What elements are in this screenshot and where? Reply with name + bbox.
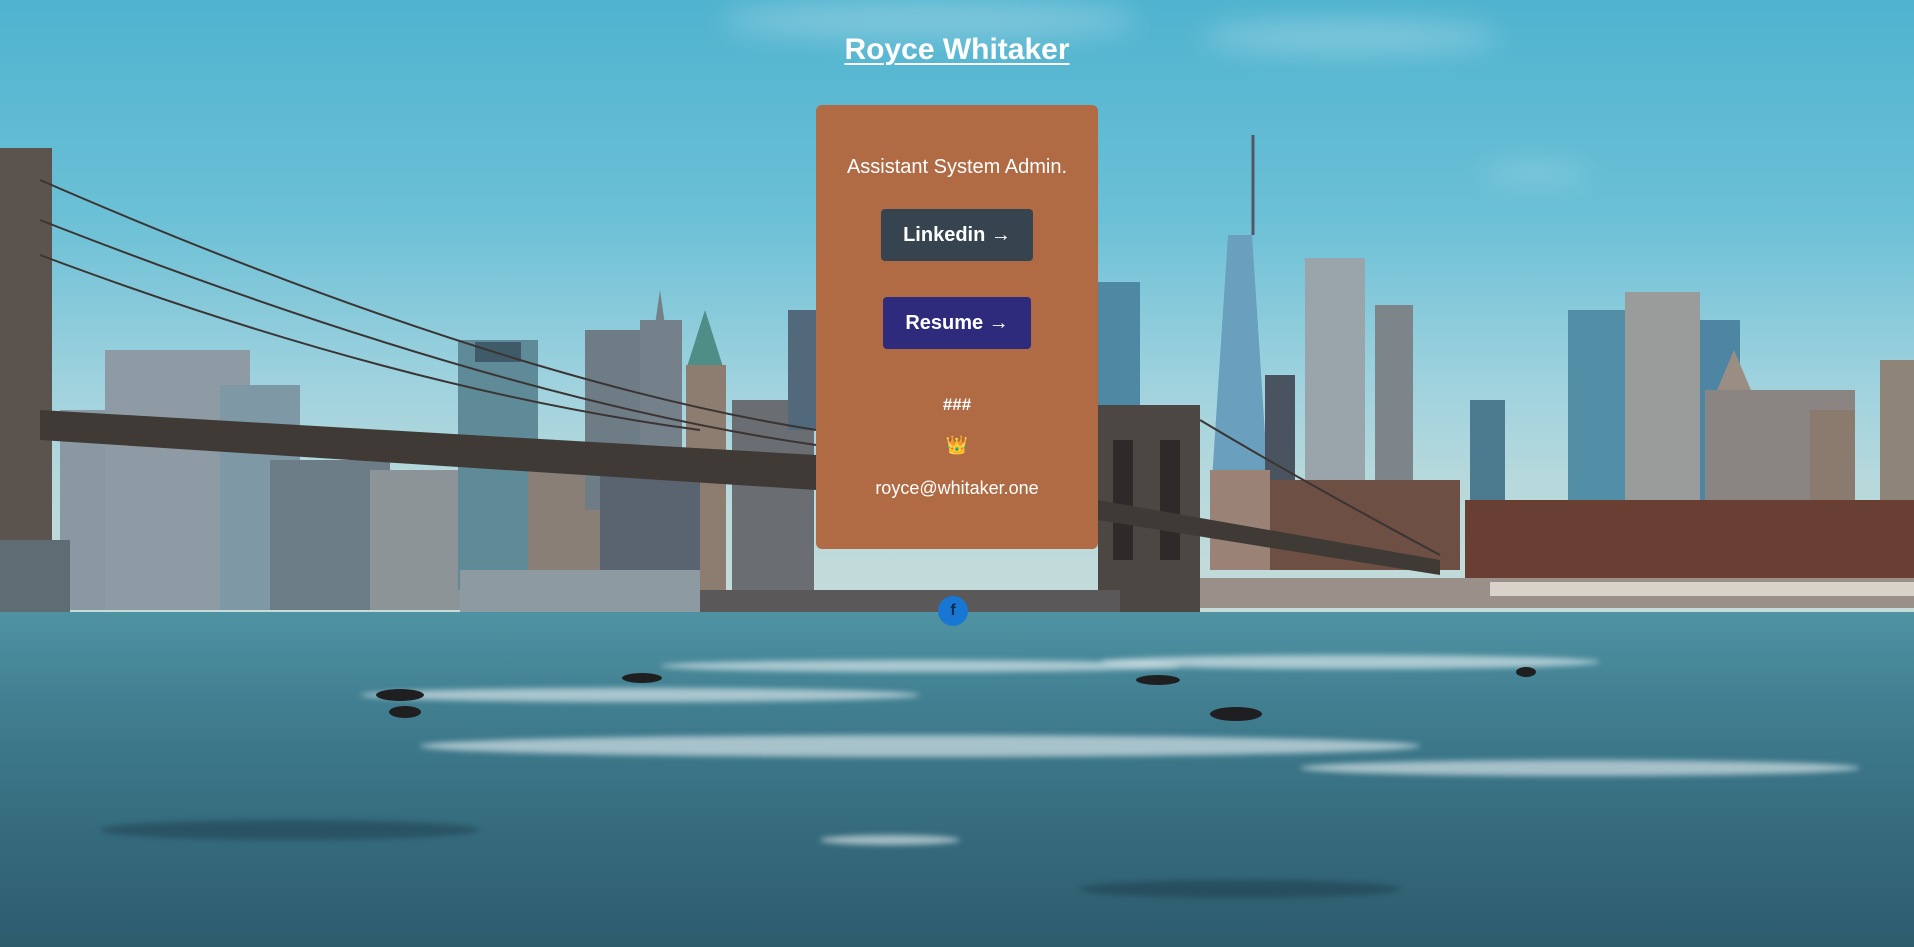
page-title[interactable]: Royce Whitaker <box>0 33 1914 67</box>
hashes-text: ### <box>942 395 972 414</box>
profile-card: Assistant System Admin. Linkedin → Resum… <box>816 105 1098 549</box>
page: Royce Whitaker Assistant System Admin. L… <box>0 0 1914 947</box>
job-title: Assistant System Admin. <box>846 156 1068 178</box>
email-link[interactable]: royce@whitaker.one <box>816 478 1098 499</box>
facebook-icon-glyph: f <box>950 602 956 619</box>
resume-button[interactable]: Resume → <box>883 297 1031 349</box>
crown-icon: 👑 <box>945 435 969 455</box>
linkedin-button[interactable]: Linkedin → <box>881 209 1033 261</box>
facebook-icon[interactable]: f <box>938 596 968 626</box>
